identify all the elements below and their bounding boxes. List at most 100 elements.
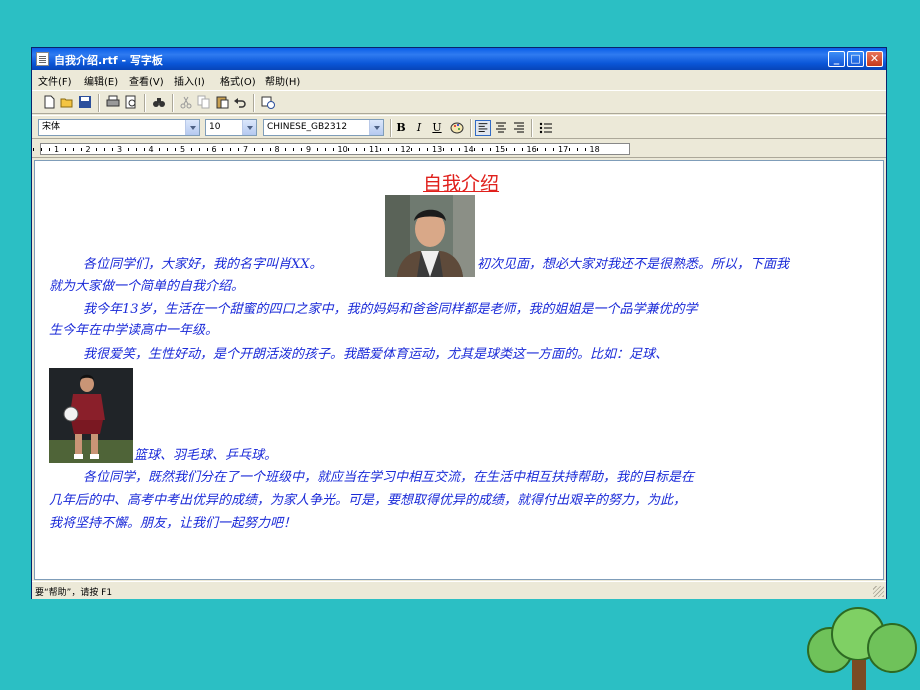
color-palette-icon[interactable] [449,120,465,136]
copy-icon[interactable] [197,95,211,109]
document-area[interactable]: 自我介绍 各位同学们，大家好，我的名字叫肖XX。 初次见面，想必大家对我还不是很… [34,160,884,580]
boy-portrait-photo [385,195,475,277]
toolbar-separator [390,119,392,137]
save-disk-icon[interactable] [78,95,92,109]
font-name-select[interactable]: 宋体 [38,119,200,136]
close-button[interactable]: ✕ [866,51,883,67]
ruler-tick [230,148,232,151]
print-icon[interactable] [106,95,120,109]
status-bar: 要“帮助”，请按 F1 [32,581,886,599]
paste-clipboard-icon[interactable] [215,95,229,109]
format-toolbar: 宋体 10 CHINESE_GB2312 B I U [32,115,886,139]
ruler-tick [135,148,137,151]
ruler-number: 5 [180,145,186,154]
text-line: 我今年13岁，生活在一个甜蜜的四口之家中，我的妈妈和爸爸同样都是老师，我的姐姐是… [83,302,698,317]
menu-insert[interactable]: 插入(I) [174,73,205,88]
toolbar-separator [253,94,255,112]
ruler-number: 17 [558,145,569,154]
ruler-tick [348,148,350,151]
ruler-tick [545,148,547,151]
font-size-value: 10 [209,122,221,132]
font-size-select[interactable]: 10 [205,119,257,136]
script-select[interactable]: CHINESE_GB2312 [263,119,384,136]
ruler-tick [64,148,66,151]
ruler-tick [104,148,106,151]
toolbar-separator [531,119,533,137]
ruler-tick [301,148,303,151]
text-line: 我将坚持不懈。朋友，让我们一起努力吧！ [49,516,297,531]
minimize-button[interactable]: _ [828,51,845,67]
soccer-player-photo [49,368,133,463]
ruler-tick [261,148,263,151]
insert-date-time-icon[interactable] [261,95,275,109]
ruler-tick [474,148,476,151]
ruler-tick [482,148,484,151]
ruler-tick [458,148,460,151]
ruler-tick [411,148,413,151]
text-line: 初次见面，想必大家对我还不是很熟悉。所以，下面我 [477,257,790,272]
ruler-tick [324,148,326,151]
ruler-number: 12 [400,145,411,154]
ruler-number: 4 [148,145,154,154]
title-bar[interactable]: 自我介绍.rtf - 写字板 _ □ ✕ [32,48,886,70]
window-title: 自我介绍.rtf - 写字板 [54,54,163,67]
text-line: 就为大家做一个简单的自我介绍。 [49,279,245,294]
ruler-tick [143,148,145,151]
ruler-tick [167,148,169,151]
align-left-icon[interactable] [475,120,491,136]
menu-edit[interactable]: 编辑(E) [84,73,118,88]
ruler-tick [127,148,129,151]
bullets-icon[interactable] [538,120,554,136]
ruler-tick [521,148,523,151]
menu-help[interactable]: 帮助(H) [265,73,300,88]
bold-button[interactable]: B [393,120,409,136]
ruler-tick [364,148,366,151]
decorative-tree [807,607,917,690]
text-line: 几年后的中、高考中考出优异的成绩，为家人争光。可是，要想取得优异的成绩，就得付出… [49,493,687,508]
ruler-number: 9 [306,145,312,154]
chevron-down-icon[interactable] [185,120,199,135]
chevron-down-icon[interactable] [242,120,256,135]
menu-bar: 文件(F) 编辑(E) 查看(V) 插入(I) 格式(O) 帮助(H) [32,71,886,89]
ruler[interactable]: 1 2 3 4 5 6 7 8 9 10 11 12 13 14 15 16 17 18 [32,140,886,158]
text-line: 各位同学们，大家好，我的名字叫肖XX。 [83,257,323,272]
ruler-number: 18 [589,145,600,154]
ruler-tick [568,148,570,151]
align-center-icon[interactable] [493,120,509,136]
font-name-value: 宋体 [42,122,61,132]
standard-toolbar [32,90,886,114]
print-preview-icon[interactable] [124,95,138,109]
ruler-tick [332,148,334,151]
ruler-tick [553,148,555,151]
ruler-tick [269,148,271,151]
ruler-tick [222,148,224,151]
menu-view[interactable]: 查看(V) [129,73,164,88]
cut-scissors-icon[interactable] [179,95,193,109]
ruler-scale[interactable]: 1 2 3 4 5 6 7 8 9 10 11 12 13 14 15 16 17 18 [33,143,630,155]
ruler-tick [379,148,381,151]
italic-button[interactable]: I [411,120,427,136]
underline-button[interactable]: U [429,120,445,136]
text-line: 篮球、羽毛球、乒乓球。 [134,448,278,463]
ruler-tick [450,148,452,151]
undo-arrow-icon[interactable] [233,95,247,109]
ruler-number: 16 [526,145,537,154]
wordpad-window: 自我介绍.rtf - 写字板 _ □ ✕ 文件(F) 编辑(E) 查看(V) 插… [31,47,887,599]
menu-file[interactable]: 文件(F) [38,73,72,88]
ruler-tick [238,148,240,151]
resize-grip[interactable] [873,586,884,597]
ruler-number: 10 [337,145,348,154]
new-document-icon[interactable] [42,95,56,109]
menu-format[interactable]: 格式(O) [220,73,256,88]
maximize-button[interactable]: □ [847,51,864,67]
chevron-down-icon[interactable] [369,120,383,135]
open-folder-icon[interactable] [60,95,74,109]
ruler-tick [72,148,74,151]
ruler-tick [513,148,515,151]
find-binoculars-icon[interactable] [152,95,166,109]
ruler-number: 11 [369,145,380,154]
align-right-icon[interactable] [511,120,527,136]
ruler-tick [505,148,507,151]
toolbar-separator [470,119,472,137]
ruler-number: 15 [495,145,506,154]
